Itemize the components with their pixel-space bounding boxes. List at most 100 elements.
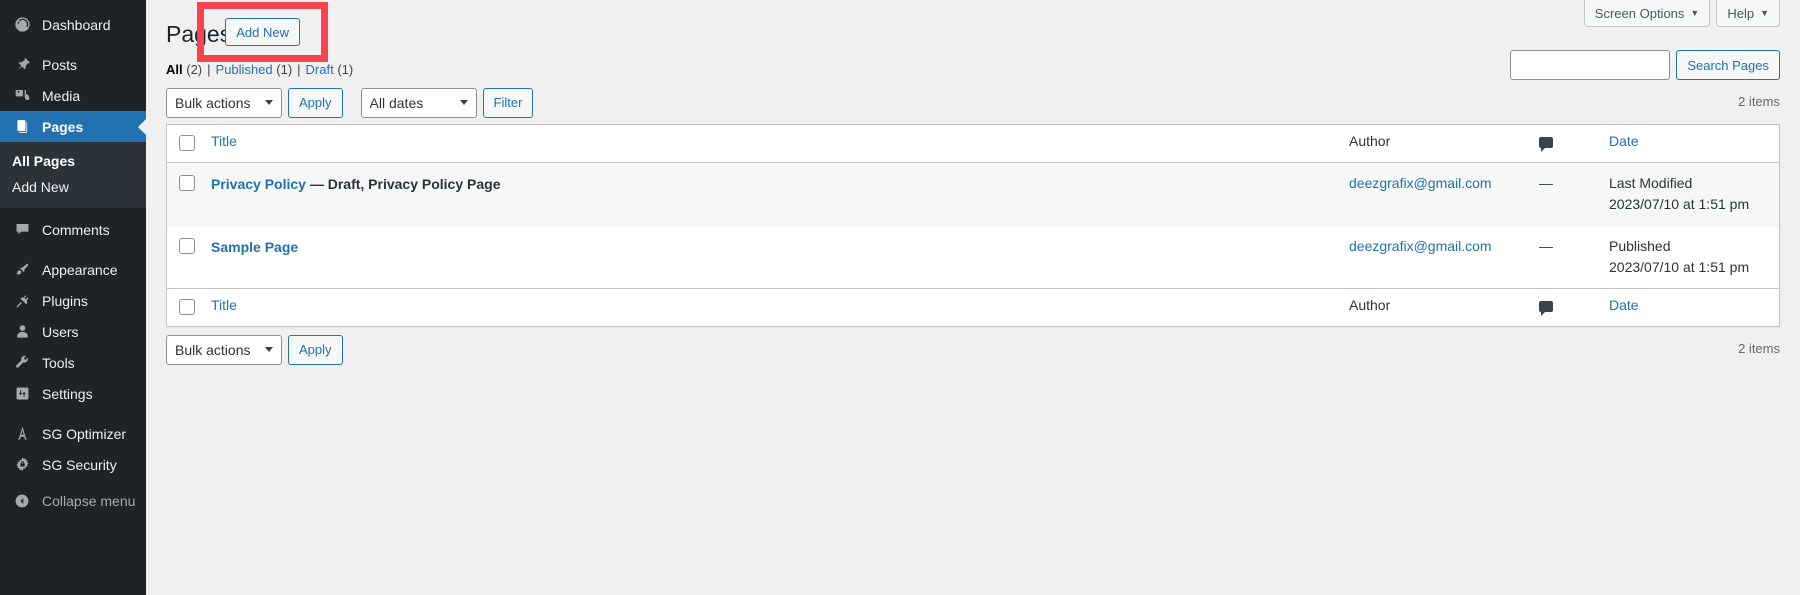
row-checkbox[interactable] xyxy=(179,174,195,191)
row-author-cell: deezgrafix@gmail.com xyxy=(1339,162,1529,226)
bulk-actions-select[interactable]: Bulk actions xyxy=(166,87,282,118)
sidebar-item-label: Appearance xyxy=(42,261,118,278)
pages-table: Title Author Date Privacy Policy — Draft… xyxy=(166,123,1780,327)
row-select-cell xyxy=(167,162,207,226)
sidebar-item-settings[interactable]: Settings xyxy=(0,378,146,409)
sidebar-item-label: Users xyxy=(42,323,79,340)
column-footer-date[interactable]: Date xyxy=(1599,287,1779,326)
column-footer-author: Author xyxy=(1339,287,1529,326)
status-link-published-label[interactable]: Published xyxy=(216,62,273,77)
search-input[interactable] xyxy=(1510,50,1671,80)
sidebar-item-label: Media xyxy=(42,87,81,104)
table-body: Privacy Policy — Draft, Privacy Policy P… xyxy=(167,162,1779,288)
collapse-menu-label: Collapse menu xyxy=(42,493,136,509)
row-title-link[interactable]: Privacy Policy xyxy=(211,176,306,192)
status-link-all-label[interactable]: All xyxy=(166,62,183,77)
column-footer-title-label: Title xyxy=(211,296,237,313)
table-head: Title Author Date xyxy=(167,124,1779,163)
row-checkbox[interactable] xyxy=(179,237,195,254)
bulk-actions-select-wrap-bottom: Bulk actions xyxy=(166,334,282,365)
row-comments-cell: — xyxy=(1539,237,1553,254)
sidebar-item-label: Tools xyxy=(42,354,75,371)
sidebar-top-gap xyxy=(0,0,146,9)
sidebar-item-media[interactable]: Media xyxy=(0,80,146,111)
sidebar-item-label: Dashboard xyxy=(42,16,111,33)
submenu-item-all-pages[interactable]: All Pages xyxy=(0,148,146,174)
collapse-menu-button[interactable]: Collapse menu xyxy=(0,486,146,516)
status-link-draft[interactable]: Draft (1) xyxy=(306,62,354,77)
table-row: Sample Page deezgrafix@gmail.com — Publi… xyxy=(167,226,1779,288)
row-title-link[interactable]: Sample Page xyxy=(211,239,298,255)
status-link-all[interactable]: All (2) xyxy=(166,62,202,77)
column-footer-comments xyxy=(1529,287,1599,326)
tablenav-top: Bulk actions Apply All dates Filter 2 it… xyxy=(166,87,1780,118)
row-date-cell: Last Modified 2023/07/10 at 1:51 pm xyxy=(1599,162,1779,226)
sidebar-item-sg-optimizer[interactable]: SG Optimizer xyxy=(0,418,146,449)
sidebar-item-sg-security[interactable]: SG Security xyxy=(0,449,146,480)
sidebar-item-comments[interactable]: Comments xyxy=(0,214,146,245)
apply-button-bottom[interactable]: Apply xyxy=(288,334,343,365)
sg-optimizer-icon xyxy=(12,424,32,444)
column-header-comments xyxy=(1529,124,1599,163)
search-box: Search Pages xyxy=(1510,50,1780,80)
sidebar-item-label: Plugins xyxy=(42,292,88,309)
row-date-cell: Published 2023/07/10 at 1:51 pm xyxy=(1599,226,1779,288)
column-footer-date-label: Date xyxy=(1609,296,1639,313)
status-link-draft-count: (1) xyxy=(337,61,354,77)
comment-icon xyxy=(12,220,32,240)
main-content: Screen Options ▼ Help ▼ Pages Add New Al… xyxy=(146,0,1800,595)
sidebar-item-plugins[interactable]: Plugins xyxy=(0,285,146,316)
sidebar-item-appearance[interactable]: Appearance xyxy=(0,254,146,285)
date-filter-select-wrap: All dates xyxy=(360,87,477,118)
row-title-cell: Sample Page xyxy=(207,226,1339,288)
sidebar-item-dashboard[interactable]: Dashboard xyxy=(0,9,146,40)
sidebar-item-label: Comments xyxy=(42,221,110,238)
add-new-button[interactable]: Add New xyxy=(225,18,300,47)
select-all-checkbox-bottom[interactable] xyxy=(179,298,195,315)
sidebar-item-users[interactable]: Users xyxy=(0,316,146,347)
column-header-date[interactable]: Date xyxy=(1599,124,1779,163)
row-select-cell xyxy=(167,226,207,288)
bulk-actions-select-bottom[interactable]: Bulk actions xyxy=(166,334,282,365)
table-foot: Title Author Date xyxy=(167,287,1779,326)
row-author-link[interactable]: deezgrafix@gmail.com xyxy=(1349,175,1492,191)
apply-button-top[interactable]: Apply xyxy=(288,87,343,118)
column-header-title[interactable]: Title xyxy=(207,124,1339,163)
submenu-item-add-new[interactable]: Add New xyxy=(0,174,146,200)
column-footer-author-label: Author xyxy=(1349,296,1391,313)
filter-button[interactable]: Filter xyxy=(482,87,534,118)
column-header-title-label: Title xyxy=(211,132,237,149)
page-title: Pages xyxy=(166,21,232,47)
status-link-all-count: (2) xyxy=(186,61,203,77)
sg-security-icon xyxy=(12,455,32,475)
status-link-draft-label[interactable]: Draft xyxy=(306,62,334,77)
status-link-published[interactable]: Published (1) xyxy=(216,62,293,77)
sidebar-item-label: Pages xyxy=(42,118,84,135)
wrench-icon xyxy=(12,353,32,373)
submenu-item-label: All Pages xyxy=(12,153,76,169)
pages-submenu: All Pages Add New xyxy=(0,142,146,208)
sidebar-divider-1 xyxy=(0,40,146,49)
row-title-cell: Privacy Policy — Draft, Privacy Policy P… xyxy=(207,162,1339,226)
status-separator: | xyxy=(207,61,211,77)
sidebar-item-label: SG Optimizer xyxy=(42,425,127,442)
date-filter-select[interactable]: All dates xyxy=(360,87,477,118)
comment-icon xyxy=(1539,300,1553,316)
sidebar-item-pages[interactable]: Pages xyxy=(0,111,146,142)
search-pages-button[interactable]: Search Pages xyxy=(1676,50,1780,80)
column-header-author: Author xyxy=(1339,124,1529,163)
row-author-link[interactable]: deezgrafix@gmail.com xyxy=(1349,238,1492,254)
bulk-actions-select-wrap: Bulk actions xyxy=(166,87,282,118)
row-date-value: 2023/07/10 at 1:51 pm xyxy=(1609,195,1750,212)
column-footer-title[interactable]: Title xyxy=(207,287,1339,326)
select-all-checkbox-top[interactable] xyxy=(179,134,195,151)
table-header-row: Title Author Date xyxy=(167,124,1779,163)
sidebar-item-posts[interactable]: Posts xyxy=(0,49,146,80)
settings-icon xyxy=(12,384,32,404)
item-count-bottom: 2 items xyxy=(1738,340,1780,356)
pages-icon xyxy=(12,117,32,137)
sidebar-item-tools[interactable]: Tools xyxy=(0,347,146,378)
row-author-cell: deezgrafix@gmail.com xyxy=(1339,226,1529,288)
collapse-arrow-icon xyxy=(12,493,32,509)
table-footer-row: Title Author Date xyxy=(167,287,1779,326)
